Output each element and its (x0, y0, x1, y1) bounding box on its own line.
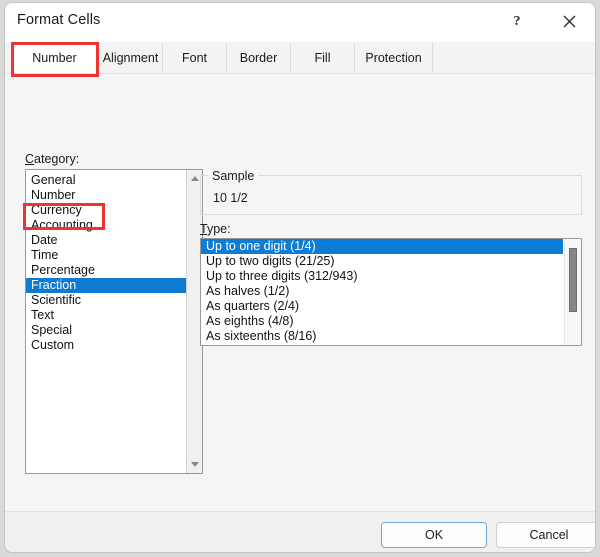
triangle-down-glyph (191, 462, 199, 467)
type-scrollbar[interactable] (564, 239, 581, 345)
category-item-date[interactable]: Date (26, 233, 186, 248)
category-item-special[interactable]: Special (26, 323, 186, 338)
dialog-button-bar: OK Cancel (5, 511, 595, 552)
tab-border[interactable]: Border (227, 42, 291, 73)
type-item-5[interactable]: As eighths (4/8) (201, 314, 563, 329)
category-listbox[interactable]: General Number Currency Accounting Date Time P… (25, 169, 203, 474)
tab-alignment[interactable]: Alignment (99, 42, 163, 73)
type-item-1[interactable]: Up to two digits (21/25) (201, 254, 563, 269)
type-scrollbar-thumb[interactable] (569, 248, 577, 312)
close-icon (563, 15, 575, 28)
tab-number[interactable]: Number (11, 42, 99, 73)
category-item-number[interactable]: Number (26, 188, 186, 203)
type-item-4[interactable]: As quarters (2/4) (201, 299, 563, 314)
category-item-text[interactable]: Text (26, 308, 186, 323)
type-listbox[interactable]: Up to one digit (1/4) Up to two digits (2… (200, 238, 582, 346)
type-list-items: Up to one digit (1/4) Up to two digits (2… (201, 239, 563, 344)
category-item-scientific[interactable]: Scientific (26, 293, 186, 308)
tab-font[interactable]: Font (163, 42, 227, 73)
type-item-6[interactable]: As sixteenths (8/16) (201, 329, 563, 344)
category-label: Category: (25, 152, 79, 166)
close-button[interactable] (547, 3, 591, 40)
scroll-down-arrow-icon[interactable] (187, 456, 202, 473)
category-label-rest: ategory: (34, 152, 80, 166)
category-item-percentage[interactable]: Percentage (26, 263, 186, 278)
cancel-button[interactable]: Cancel (496, 522, 595, 548)
category-item-custom[interactable]: Custom (26, 338, 186, 353)
type-item-3[interactable]: As halves (1/2) (201, 284, 563, 299)
type-item-2[interactable]: Up to three digits (312/943) (201, 269, 563, 284)
tab-protection[interactable]: Protection (355, 42, 433, 73)
category-list-items: General Number Currency Accounting Date Time P… (26, 173, 186, 353)
format-cells-dialog: Format Cells ? Number Alignment Font Border… (4, 2, 596, 553)
category-item-fraction[interactable]: Fraction (26, 278, 186, 293)
help-button[interactable]: ? (495, 3, 539, 40)
type-label-rest: ype: (206, 222, 231, 236)
sample-legend: Sample (208, 169, 259, 183)
type-item-0[interactable]: Up to one digit (1/4) (201, 239, 563, 254)
type-label: Type: (200, 222, 231, 236)
ok-button[interactable]: OK (381, 522, 487, 548)
sample-value: 10 1/2 (213, 191, 248, 205)
number-tab-panel: Category: General Number Currency Accountin… (5, 73, 595, 511)
category-item-currency[interactable]: Currency (26, 203, 186, 218)
category-item-accounting[interactable]: Accounting (26, 218, 186, 233)
type-label-accel: T (200, 222, 207, 236)
tab-fill[interactable]: Fill (291, 42, 355, 73)
screen-root: Format Cells ? Number Alignment Font Border… (0, 0, 600, 557)
category-item-time[interactable]: Time (26, 248, 186, 263)
dialog-title: Format Cells (17, 12, 101, 28)
tab-strip: Number Alignment Font Border Fill Protection (5, 42, 595, 73)
triangle-up-glyph (191, 176, 199, 181)
dialog-titlebar: Format Cells ? (5, 3, 595, 40)
category-label-accel: C (25, 152, 35, 166)
question-mark-icon: ? (513, 13, 521, 29)
category-item-general[interactable]: General (26, 173, 186, 188)
